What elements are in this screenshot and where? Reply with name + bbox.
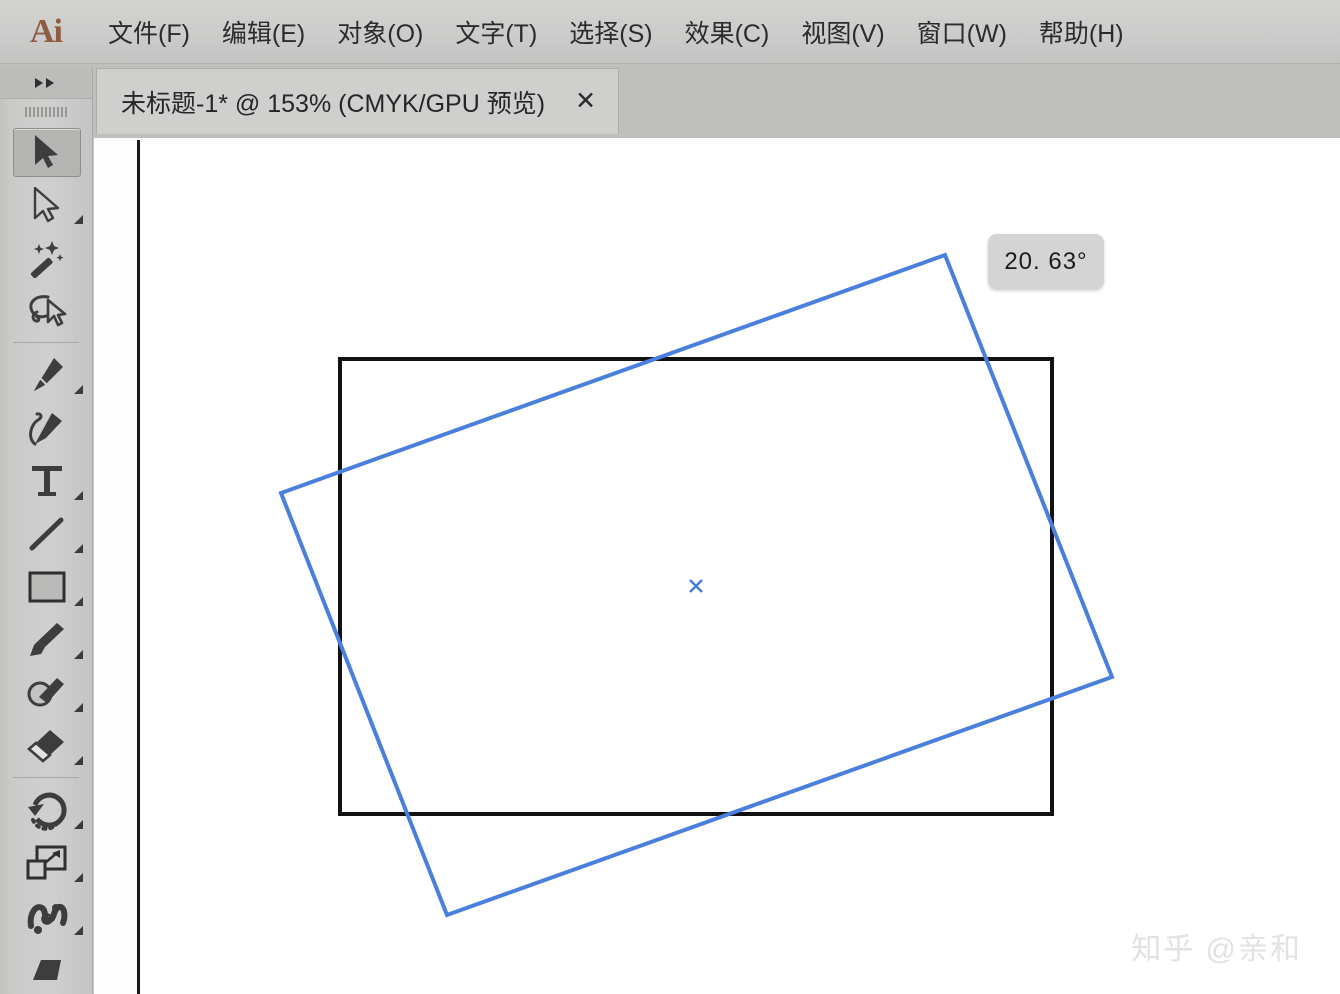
- grip-dots-icon: [25, 106, 67, 117]
- menu-select[interactable]: 选择(S): [553, 10, 668, 54]
- tools-panel: [0, 68, 93, 994]
- flyout-indicator-icon[interactable]: [74, 215, 83, 224]
- width-tool[interactable]: [0, 889, 93, 942]
- free-transform-tool[interactable]: [0, 942, 93, 994]
- toolbar-drag-handle[interactable]: [0, 99, 92, 125]
- rotation-center-marker[interactable]: [689, 579, 703, 593]
- flyout-indicator-icon[interactable]: [74, 491, 83, 500]
- eraser-icon: [26, 729, 64, 763]
- curvature-tool[interactable]: [0, 401, 93, 454]
- menu-file[interactable]: 文件(F): [92, 10, 206, 54]
- diagonal-line-icon: [29, 517, 63, 550]
- flyout-indicator-icon[interactable]: [74, 544, 83, 553]
- arrow-cursor-icon: [34, 134, 58, 168]
- curvature-pen-icon: [28, 411, 62, 445]
- rotate-tool[interactable]: [0, 783, 93, 836]
- toolbar-expand-button[interactable]: [0, 68, 92, 99]
- rectangle-icon: [28, 571, 65, 602]
- flyout-indicator-icon[interactable]: [74, 756, 83, 765]
- rotate-icon: [27, 792, 67, 831]
- menu-type[interactable]: 文字(T): [439, 10, 553, 54]
- toolbar-divider: [13, 342, 79, 343]
- direct-selection-tool[interactable]: [0, 178, 93, 231]
- menu-object[interactable]: 对象(O): [321, 10, 439, 54]
- vector-artwork-layer: [278, 252, 1115, 918]
- line-segment-tool[interactable]: [0, 507, 93, 560]
- pen-tool[interactable]: [0, 348, 93, 401]
- shaper-pencil-icon: [27, 677, 64, 706]
- paintbrush-tool[interactable]: [0, 613, 93, 666]
- angle-tooltip: 20. 63°: [988, 234, 1104, 290]
- flyout-indicator-icon[interactable]: [74, 597, 83, 606]
- menu-edit[interactable]: 编辑(E): [206, 10, 321, 54]
- document-tab-title: 未标题-1* @ 153% (CMYK/GPU 预览): [121, 89, 546, 118]
- flyout-indicator-icon[interactable]: [74, 926, 83, 935]
- rectangle-tool[interactable]: [0, 560, 93, 613]
- app-logo: Ai: [30, 12, 63, 50]
- document-tab[interactable]: 未标题-1* @ 153% (CMYK/GPU 预览) ✕: [96, 68, 620, 134]
- canvas-area[interactable]: 20. 63° 知乎 @亲和: [94, 138, 1340, 994]
- flyout-indicator-icon[interactable]: [74, 820, 83, 829]
- menu-view[interactable]: 视图(V): [785, 10, 900, 54]
- eraser-tool[interactable]: [0, 719, 93, 772]
- shaper-tool[interactable]: [0, 666, 93, 719]
- type-T-icon: [31, 465, 62, 496]
- magic-wand-tool[interactable]: [0, 231, 93, 284]
- flyout-indicator-icon[interactable]: [74, 650, 83, 659]
- menu-help[interactable]: 帮助(H): [1023, 10, 1140, 54]
- free-transform-icon: [32, 959, 61, 980]
- flyout-indicator-icon[interactable]: [74, 385, 83, 394]
- scale-icon: [26, 845, 66, 879]
- width-warp-icon: [27, 903, 67, 934]
- selection-tool[interactable]: [0, 125, 93, 178]
- close-icon[interactable]: ✕: [571, 89, 600, 114]
- flyout-indicator-icon[interactable]: [74, 703, 83, 712]
- paintbrush-icon: [29, 622, 64, 656]
- toolbar-divider: [13, 777, 79, 778]
- magic-wand-icon: [30, 240, 64, 278]
- type-tool[interactable]: [0, 454, 93, 507]
- lasso-tool[interactable]: [0, 284, 93, 337]
- flyout-indicator-icon[interactable]: [74, 873, 83, 882]
- double-chevron-right-icon: [35, 78, 54, 88]
- document-tab-strip: 未标题-1* @ 153% (CMYK/GPU 预览) ✕: [0, 64, 1340, 138]
- menu-item-list: 文件(F) 编辑(E) 对象(O) 文字(T) 选择(S) 效果(C) 视图(V…: [92, 10, 1140, 54]
- menu-bar: Ai 文件(F) 编辑(E) 对象(O) 文字(T) 选择(S) 效果(C) 视…: [0, 0, 1340, 64]
- pen-nib-icon: [33, 357, 63, 391]
- hollow-arrow-cursor-icon: [33, 186, 59, 222]
- menu-window[interactable]: 窗口(W): [901, 10, 1023, 54]
- menu-effect[interactable]: 效果(C): [669, 10, 786, 54]
- lasso-icon: [28, 294, 66, 326]
- watermark: 知乎 @亲和: [1131, 933, 1302, 966]
- illustrator-window: Ai 文件(F) 编辑(E) 对象(O) 文字(T) 选择(S) 效果(C) 视…: [0, 0, 1340, 994]
- scale-tool[interactable]: [0, 836, 93, 889]
